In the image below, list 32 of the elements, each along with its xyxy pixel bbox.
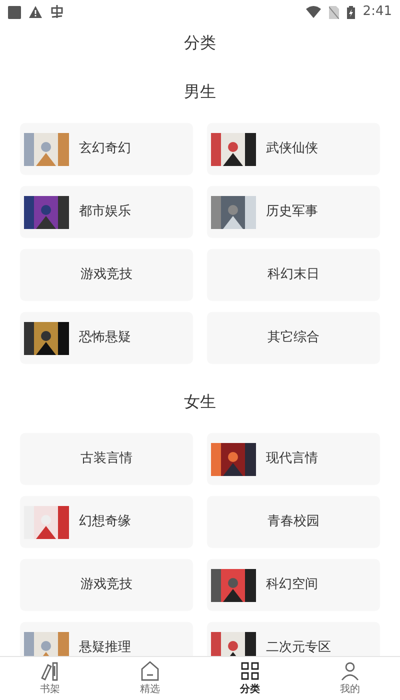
person-icon xyxy=(339,660,361,682)
section-heading: 男生 xyxy=(183,81,217,103)
house-icon xyxy=(139,660,161,682)
category-button[interactable]: 悬疑推理 xyxy=(20,622,193,656)
category-button[interactable]: 玄幻奇幻 xyxy=(20,123,193,175)
page-title: 分类 xyxy=(183,32,217,54)
category-button[interactable]: 二次元专区 xyxy=(207,622,380,656)
category-button[interactable]: 现代言情 xyxy=(207,433,380,485)
nav-tab[interactable]: 分类 xyxy=(200,657,300,700)
nav-tab[interactable]: 精选 xyxy=(100,657,200,700)
category-button[interactable]: 恐怖悬疑 xyxy=(20,312,193,364)
notification-icon xyxy=(8,6,21,18)
category-button[interactable]: 幻想奇缘 xyxy=(20,496,193,548)
category-button[interactable]: 青春校园 xyxy=(207,496,380,548)
no-sim-icon xyxy=(328,6,339,18)
battery-icon xyxy=(346,6,355,18)
category-button[interactable]: 历史军事 xyxy=(207,186,380,238)
category-button[interactable]: 武侠仙侠 xyxy=(207,123,380,175)
wifi-icon xyxy=(306,6,321,18)
grid-icon xyxy=(239,660,261,682)
section-heading: 女生 xyxy=(183,391,217,413)
category-button[interactable]: 都市娱乐 xyxy=(20,186,193,238)
clock-time: 2:41 xyxy=(362,3,392,22)
category-button[interactable]: 游戏竞技 xyxy=(20,249,193,301)
category-button[interactable]: 科幻空间 xyxy=(207,559,380,611)
nav-tab[interactable]: 我的 xyxy=(300,657,400,700)
warning-icon xyxy=(29,6,42,18)
category-button[interactable]: 科幻末日 xyxy=(207,249,380,301)
nav-tab[interactable]: 书架 xyxy=(0,657,100,700)
category-button[interactable]: 其它综合 xyxy=(207,312,380,364)
category-button[interactable]: 古装言情 xyxy=(20,433,193,485)
category-button[interactable]: 游戏竞技 xyxy=(20,559,193,611)
